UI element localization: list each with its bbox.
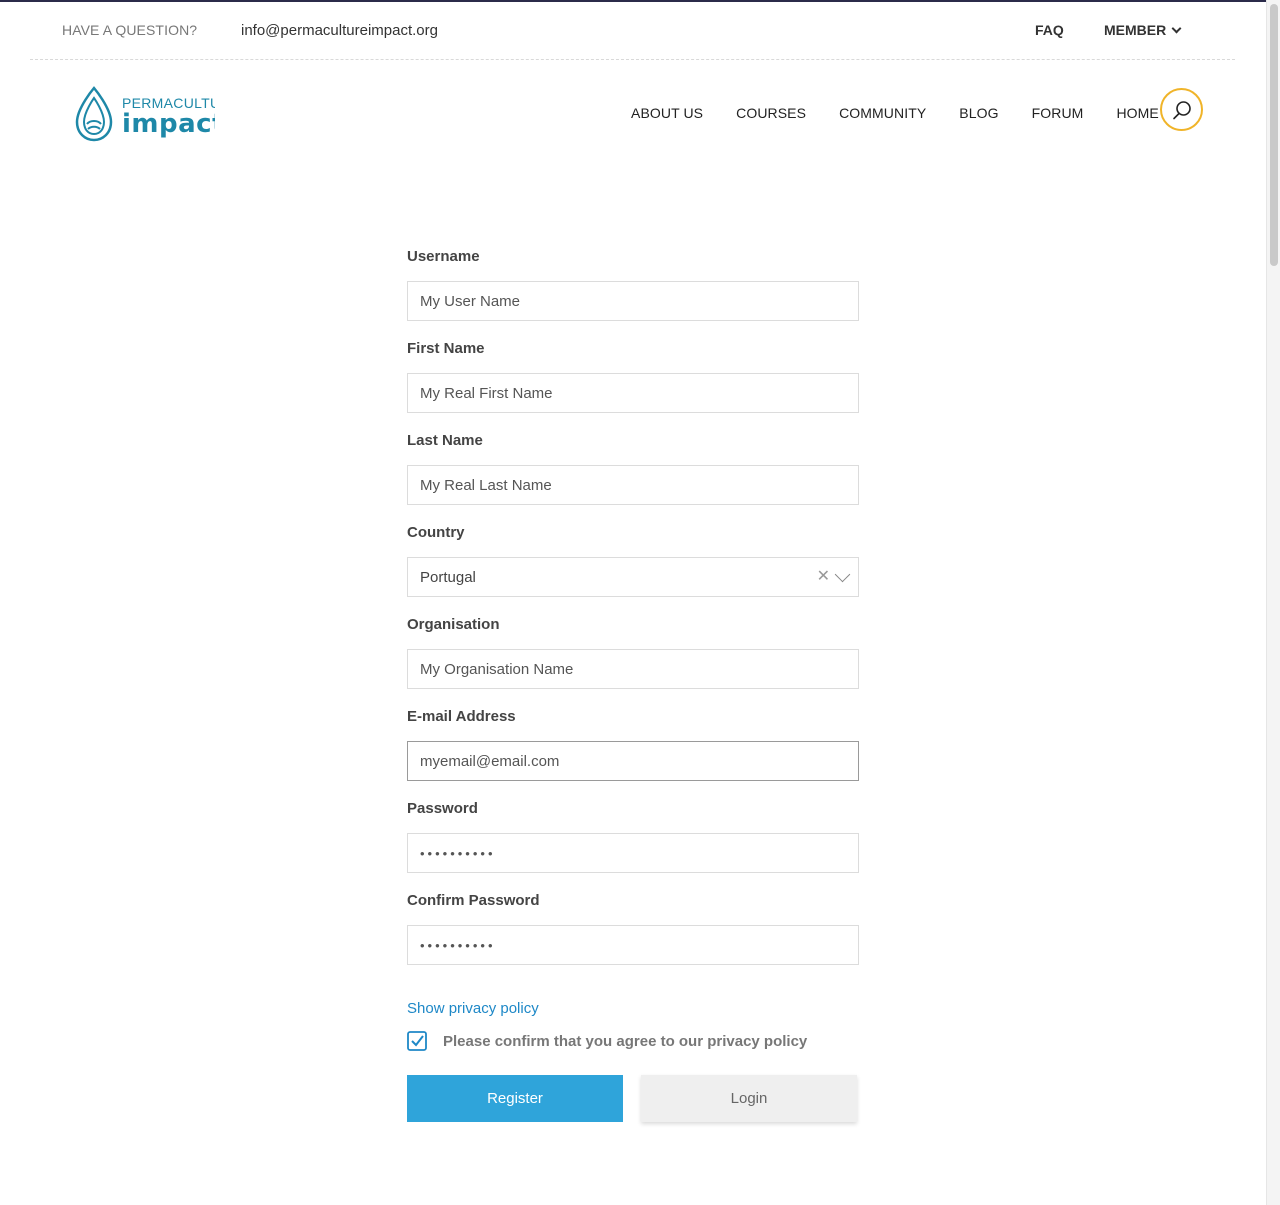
select-controls: ✕	[817, 566, 851, 585]
chevron-down-icon[interactable]	[834, 566, 851, 582]
site-logo[interactable]: PERMACULTURE impact	[75, 86, 240, 144]
nav-forum[interactable]: FORUM	[1032, 105, 1084, 121]
country-label: Country	[407, 524, 465, 541]
faq-link[interactable]: FAQ	[1035, 22, 1064, 38]
nav-about-us[interactable]: ABOUT US	[631, 105, 703, 121]
country-value: Portugal	[420, 568, 476, 586]
privacy-checkbox[interactable]	[407, 1031, 427, 1051]
first-name-input[interactable]: My Real First Name	[407, 373, 859, 413]
username-field: Username My User Name	[407, 248, 859, 321]
nav-courses[interactable]: COURSES	[736, 105, 806, 121]
first-name-placeholder: My Real First Name	[420, 384, 553, 402]
privacy-agree-text: Please confirm that you agree to our pri…	[443, 1032, 808, 1050]
chevron-down-icon	[1171, 23, 1182, 33]
password-value: ••••••••••	[420, 845, 496, 861]
register-button[interactable]: Register	[407, 1075, 623, 1122]
registration-form: Username My User Name First Name My Real…	[407, 248, 859, 1122]
first-name-field: First Name My Real First Name	[407, 340, 859, 413]
email-field: E-mail Address myemail@email.com	[407, 708, 859, 781]
last-name-label: Last Name	[407, 432, 483, 449]
member-menu[interactable]: MEMBER	[1104, 22, 1182, 38]
first-name-label: First Name	[407, 340, 485, 357]
nav-blog[interactable]: BLOG	[959, 105, 998, 121]
top-bar: HAVE A QUESTION? info@permacultureimpact…	[30, 2, 1235, 60]
brand-line2: impact	[122, 109, 215, 139]
country-field: Country Portugal ✕	[407, 524, 859, 597]
nav-community[interactable]: COMMUNITY	[839, 105, 926, 121]
username-label: Username	[407, 248, 480, 265]
scrollbar-thumb[interactable]	[1270, 4, 1278, 266]
email-input[interactable]: myemail@email.com	[407, 741, 859, 781]
password-input[interactable]: ••••••••••	[407, 833, 859, 873]
close-icon[interactable]: ✕	[817, 569, 830, 585]
confirm-password-label: Confirm Password	[407, 892, 540, 909]
scrollbar[interactable]	[1266, 0, 1280, 1205]
email-label: E-mail Address	[407, 708, 516, 725]
organisation-field: Organisation My Organisation Name	[407, 616, 859, 689]
confirm-password-value: ••••••••••	[420, 937, 496, 953]
privacy-agree-row: Please confirm that you agree to our pri…	[407, 1031, 859, 1051]
member-label: MEMBER	[1104, 22, 1167, 38]
password-label: Password	[407, 800, 478, 817]
nav-home[interactable]: HOME	[1116, 105, 1158, 121]
organisation-placeholder: My Organisation Name	[420, 660, 574, 678]
last-name-placeholder: My Real Last Name	[420, 476, 552, 494]
confirm-password-input[interactable]: ••••••••••	[407, 925, 859, 965]
search-button[interactable]	[1160, 88, 1203, 131]
main-nav: ABOUT US COURSES COMMUNITY BLOG FORUM HO…	[631, 105, 1159, 121]
search-icon	[1172, 100, 1191, 119]
login-button[interactable]: Login	[641, 1075, 857, 1122]
username-placeholder: My User Name	[420, 292, 521, 310]
last-name-field: Last Name My Real Last Name	[407, 432, 859, 505]
form-buttons: Register Login	[407, 1075, 859, 1122]
password-field: Password ••••••••••	[407, 800, 859, 873]
page: HAVE A QUESTION? info@permacultureimpact…	[0, 0, 1280, 1205]
username-input[interactable]: My User Name	[407, 281, 859, 321]
organisation-label: Organisation	[407, 616, 500, 633]
show-privacy-policy-link[interactable]: Show privacy policy	[407, 1000, 859, 1017]
organisation-input[interactable]: My Organisation Name	[407, 649, 859, 689]
last-name-input[interactable]: My Real Last Name	[407, 465, 859, 505]
email-placeholder: myemail@email.com	[420, 752, 560, 770]
confirm-password-field: Confirm Password ••••••••••	[407, 892, 859, 965]
country-select[interactable]: Portugal ✕	[407, 557, 859, 597]
question-text: HAVE A QUESTION?	[62, 22, 198, 38]
contact-email-link[interactable]: info@permacultureimpact.org	[241, 22, 438, 39]
water-drop-icon: PERMACULTURE impact	[75, 86, 240, 142]
